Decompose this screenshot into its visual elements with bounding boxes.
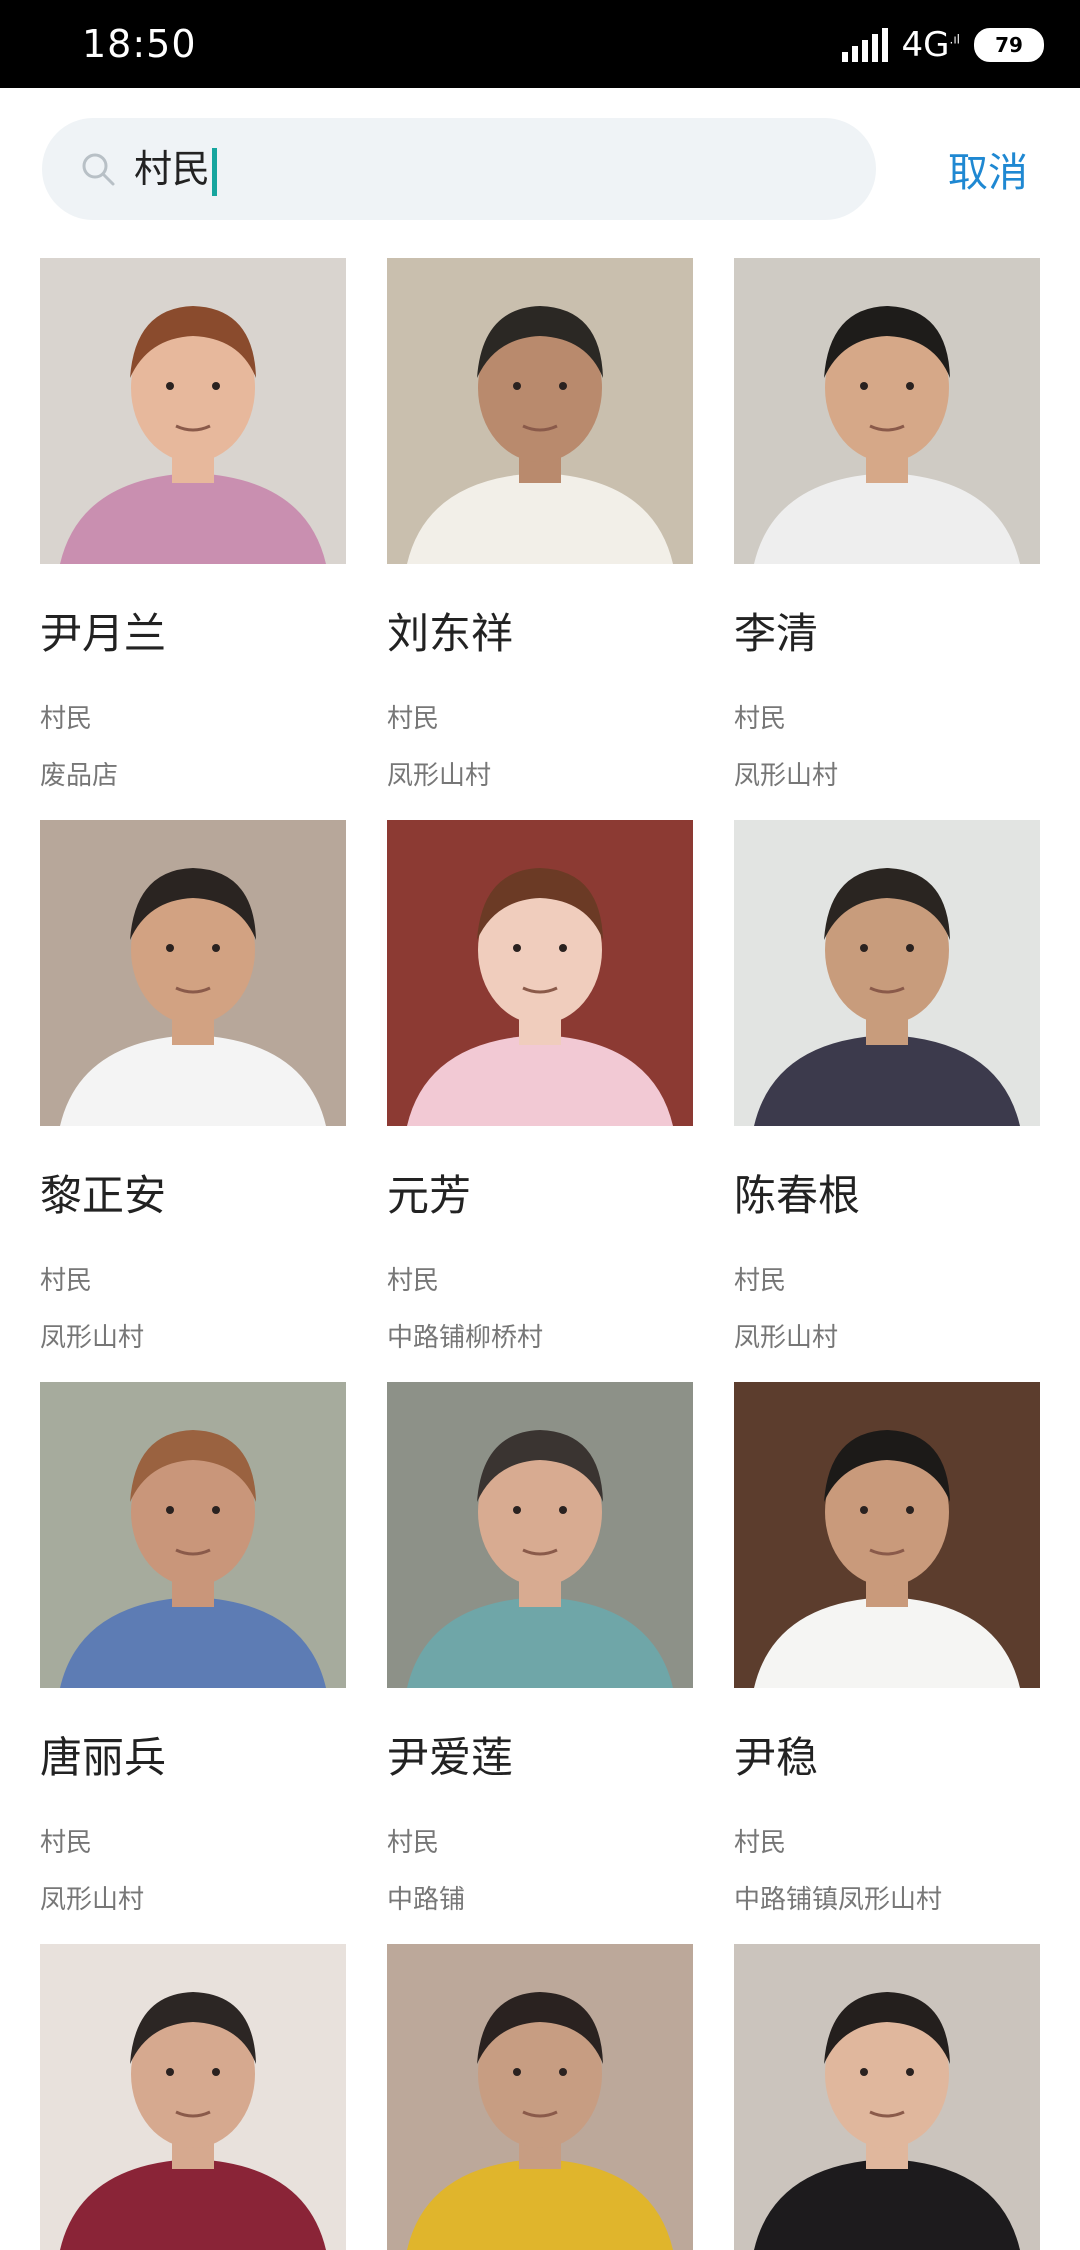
person-location: 废品店: [40, 761, 119, 791]
person-card[interactable]: 李清 村民 凤形山村: [734, 258, 1040, 791]
person-role: 村民: [734, 1828, 787, 1858]
cancel-button[interactable]: 取消: [948, 140, 1028, 198]
person-role: 村民: [40, 1828, 93, 1858]
person-card[interactable]: 尹稳村民中路铺镇凤形山村: [734, 1382, 1040, 1915]
person-photo: [40, 820, 346, 1126]
person-role: 村民: [387, 704, 440, 734]
person-photo: [40, 1382, 346, 1688]
search-icon: [82, 153, 115, 186]
person-card[interactable]: [40, 1944, 346, 2250]
person-photo: [387, 820, 693, 1126]
person-role: 村民: [734, 704, 787, 734]
person-card[interactable]: 黎正安 村民 凤形山村: [40, 820, 346, 1353]
person-location: 凤形山村: [734, 761, 839, 791]
person-location: 凤形山村: [387, 761, 492, 791]
person-role: 村民: [387, 1828, 440, 1858]
person-role: 村民: [40, 1266, 93, 1296]
person-name: 尹稳: [734, 1733, 819, 1782]
signal-icon: [841, 28, 888, 62]
person-role: 村民: [734, 1266, 787, 1296]
person-photo: [734, 1944, 1040, 2250]
person-name: 刘东祥: [387, 609, 514, 658]
search-input[interactable]: 村民: [134, 144, 218, 196]
person-photo: [734, 258, 1040, 564]
person-card[interactable]: [734, 1944, 1040, 2250]
person-card[interactable]: 元芳村民中路铺柳桥村: [387, 820, 693, 1353]
person-photo: [387, 258, 693, 564]
person-photo: [734, 820, 1040, 1126]
status-icons: 4G.ıl 79: [841, 22, 1044, 68]
person-role: 村民: [387, 1266, 440, 1296]
person-card[interactable]: 刘东祥 村民 凤形山村: [387, 258, 693, 791]
person-name: 尹爱莲: [387, 1733, 514, 1782]
person-photo: [40, 258, 346, 564]
status-time: 18:50: [82, 22, 197, 66]
person-location: 中路铺柳桥村: [387, 1323, 544, 1353]
person-name: 尹月兰: [40, 609, 167, 658]
network-label: 4G: [901, 25, 950, 65]
person-role: 村民: [40, 704, 93, 734]
search-box[interactable]: 村民: [42, 118, 876, 220]
person-card[interactable]: 尹月兰 村民 废品店: [40, 258, 346, 791]
person-name: 元芳: [387, 1171, 472, 1220]
person-photo: [387, 1944, 693, 2250]
person-photo: [40, 1944, 346, 2250]
person-location: 凤形山村: [40, 1323, 145, 1353]
text-caret: [212, 147, 218, 196]
search-query: 村民: [134, 147, 211, 191]
person-location: 凤形山村: [40, 1885, 145, 1915]
person-card[interactable]: [387, 1944, 693, 2250]
person-name: 李清: [734, 609, 819, 658]
person-location: 中路铺: [387, 1885, 466, 1915]
person-photo: [387, 1382, 693, 1688]
person-location: 凤形山村: [734, 1323, 839, 1353]
person-card[interactable]: 尹爱莲 村民 中路铺: [387, 1382, 693, 1915]
network-4g-icon: 4G.ıl: [901, 25, 960, 65]
person-location: 中路铺镇凤形山村: [734, 1885, 943, 1915]
person-photo: [734, 1382, 1040, 1688]
person-name: 黎正安: [40, 1171, 167, 1220]
person-card[interactable]: 陈春根 村民 凤形山村: [734, 820, 1040, 1353]
person-card[interactable]: 唐丽兵 村民 凤形山村: [40, 1382, 346, 1915]
status-bar: 18:50 4G.ıl 79: [0, 0, 1080, 88]
person-name: 唐丽兵: [40, 1733, 167, 1782]
battery-level: 79: [995, 33, 1023, 57]
battery-icon: 79: [974, 28, 1044, 62]
person-name: 陈春根: [734, 1171, 861, 1220]
